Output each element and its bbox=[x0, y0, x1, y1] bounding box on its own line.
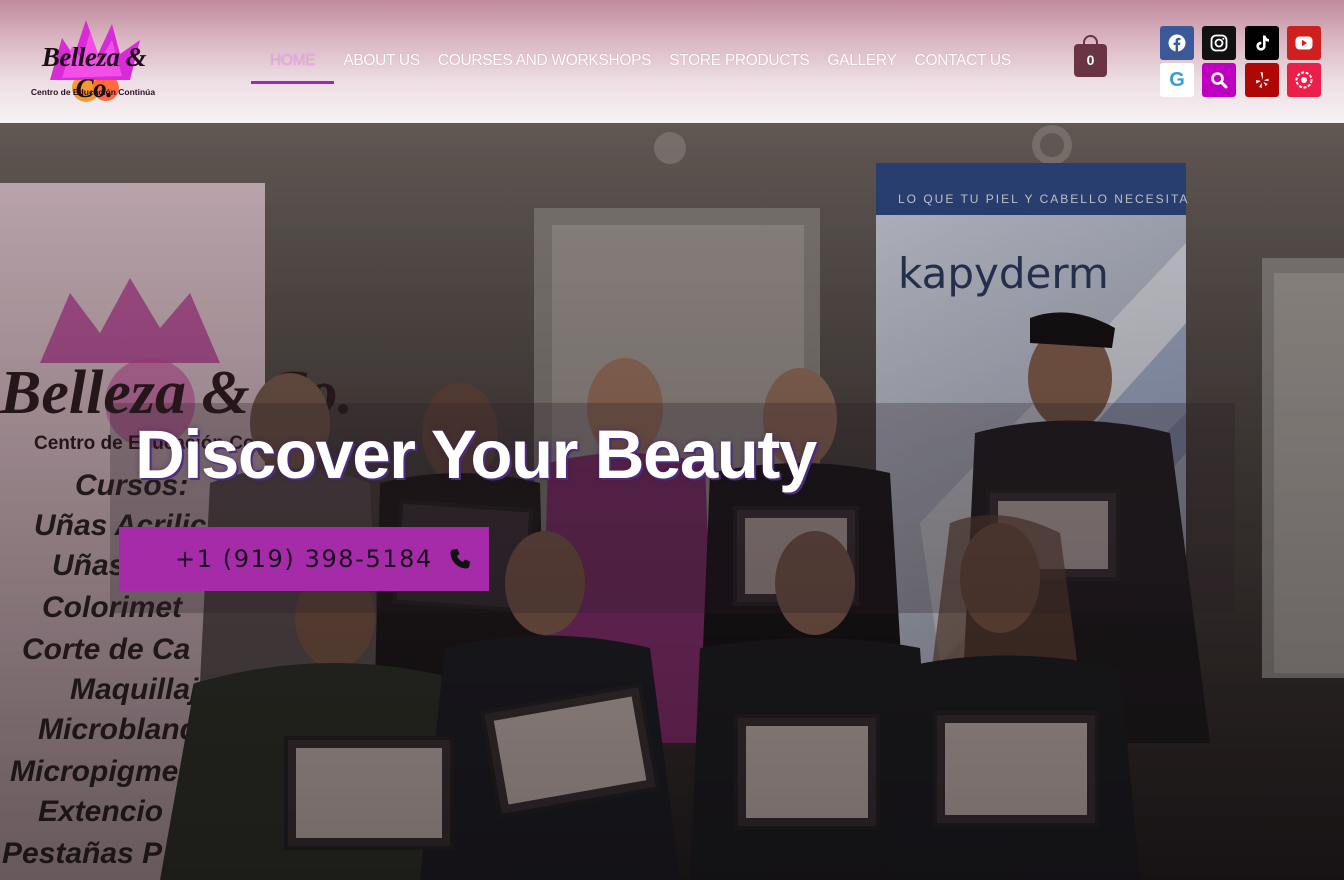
nav-item-contact-us[interactable]: CONTACT US bbox=[906, 38, 1020, 84]
logo-tagline: Centro de Educación Continúa bbox=[30, 87, 156, 97]
site-header: Belleza & Co. Centro de Educación Contin… bbox=[0, 0, 1344, 123]
nav-item-home[interactable]: HOME bbox=[251, 38, 335, 84]
search-icon[interactable] bbox=[1202, 63, 1236, 97]
site-logo[interactable]: Belleza & Co. Centro de Educación Contin… bbox=[22, 18, 164, 106]
hero-section: Belleza & Co. Centro de Educación Contin… bbox=[0, 123, 1344, 880]
custom-link-icon[interactable] bbox=[1287, 63, 1321, 97]
tiktok-icon[interactable] bbox=[1245, 26, 1279, 60]
facebook-icon[interactable] bbox=[1160, 26, 1194, 60]
youtube-icon[interactable] bbox=[1287, 26, 1321, 60]
cart-button[interactable]: 0 bbox=[1074, 44, 1107, 77]
nav-item-courses-and-workshops[interactable]: COURSES AND WORKSHOPS bbox=[429, 38, 660, 84]
call-phone-button[interactable]: +1 (919) 398-5184 bbox=[119, 527, 489, 591]
phone-number: +1 (919) 398-5184 bbox=[175, 545, 433, 573]
phone-icon bbox=[449, 548, 471, 570]
nav-item-store-products[interactable]: STORE PRODUCTS bbox=[660, 38, 818, 84]
nav-item-about-us[interactable]: ABOUT US bbox=[334, 38, 429, 84]
hero-title: Discover Your Beauty bbox=[135, 416, 817, 493]
nav-item-gallery[interactable]: GALLERY bbox=[818, 38, 905, 84]
instagram-icon[interactable] bbox=[1202, 26, 1236, 60]
main-nav: HOME ABOUT US COURSES AND WORKSHOPS STOR… bbox=[251, 38, 1020, 84]
cart-count: 0 bbox=[1086, 52, 1095, 68]
yelp-icon[interactable] bbox=[1245, 63, 1279, 97]
google-icon[interactable]: G bbox=[1160, 63, 1194, 97]
